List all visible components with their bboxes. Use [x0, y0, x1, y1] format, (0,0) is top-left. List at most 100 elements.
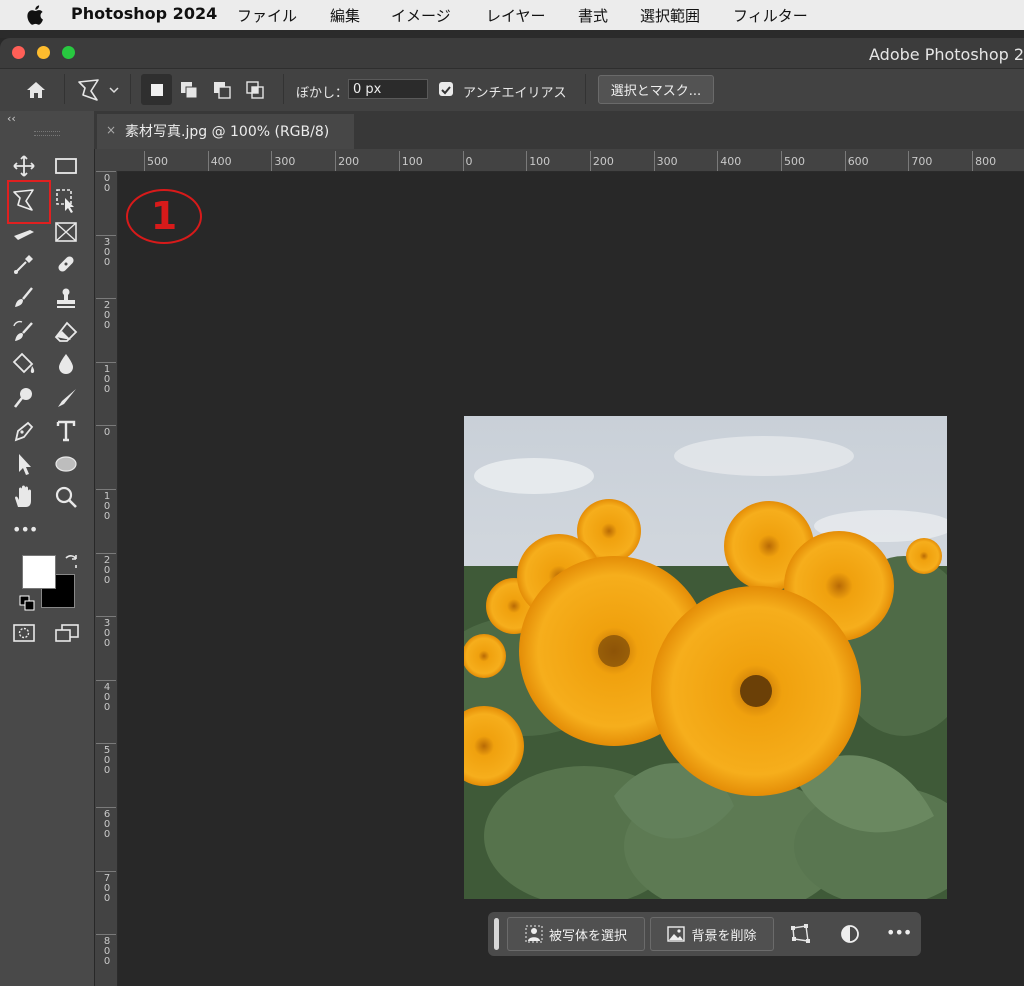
screen-mode-icon[interactable]	[54, 622, 80, 644]
feather-input[interactable]	[348, 79, 428, 99]
menubar-gap	[0, 30, 1024, 38]
ruler-tick	[96, 234, 116, 236]
rectangular-marquee-tool-icon[interactable]	[52, 152, 80, 180]
zoom-window-button[interactable]	[62, 46, 75, 59]
sunflower-photo[interactable]	[464, 416, 947, 899]
collapse-panel-icon[interactable]: ‹‹	[7, 112, 16, 125]
home-icon[interactable]	[24, 78, 48, 102]
ruler-label: 0	[103, 427, 111, 439]
horizontal-ruler[interactable]	[117, 149, 1024, 172]
ruler-tick	[335, 151, 337, 171]
ruler-tick	[96, 679, 116, 681]
transform-icon[interactable]	[788, 922, 812, 946]
menu-file[interactable]: ファイル	[237, 5, 297, 26]
ruler-label: 1 0 0	[103, 491, 111, 522]
pen-tool-icon[interactable]	[10, 417, 38, 445]
ruler-label: 6 0 0	[103, 809, 111, 840]
ruler-tick	[96, 616, 116, 618]
clone-stamp-tool-icon[interactable]	[52, 284, 80, 312]
ruler-tick	[972, 151, 974, 171]
minimize-window-button[interactable]	[37, 46, 50, 59]
blur-tool-icon[interactable]	[52, 350, 80, 378]
remove-background-button[interactable]: 背景を削除	[650, 917, 774, 951]
ruler-tick	[653, 151, 655, 171]
ruler-label: 500	[147, 155, 168, 168]
checkmark-icon	[441, 86, 451, 95]
ruler-label: 2 0 0	[103, 554, 111, 586]
select-subject-button[interactable]: 被写体を選択	[507, 917, 645, 951]
ruler-origin[interactable]	[95, 149, 117, 171]
ruler-label: 300	[656, 155, 678, 168]
path-selection-tool-icon[interactable]	[10, 450, 38, 478]
menu-filter[interactable]: フィルター	[733, 5, 808, 26]
close-window-button[interactable]	[12, 46, 25, 59]
chevron-down-icon[interactable]	[108, 84, 120, 96]
select-and-mask-button[interactable]: 選択とマスク...	[598, 75, 714, 104]
ruler-label: 7 0 0	[103, 872, 111, 904]
swap-colors-icon[interactable]	[63, 553, 79, 569]
dodge-tool-icon[interactable]	[10, 384, 38, 412]
crop-tool-icon[interactable]	[10, 218, 38, 246]
sunflower-image	[464, 416, 947, 899]
ruler-tick	[96, 425, 116, 427]
polygonal-lasso-preset-icon[interactable]	[74, 76, 104, 104]
menu-edit[interactable]: 編集	[330, 5, 360, 26]
move-tool-icon[interactable]	[10, 152, 38, 180]
more-options-icon[interactable]: •••	[886, 923, 912, 942]
ruler-label: 700	[911, 155, 933, 168]
object-selection-tool-icon[interactable]	[53, 186, 81, 214]
ruler-label: 100	[529, 155, 551, 168]
ruler-label: 4 0 0	[103, 681, 111, 713]
panel-grip[interactable]	[34, 131, 60, 136]
ruler-label: 200	[592, 155, 614, 168]
spot-healing-brush-tool-icon[interactable]	[52, 250, 80, 278]
select-subject-label: 被写体を選択	[548, 928, 627, 944]
apple-icon[interactable]	[24, 3, 48, 27]
quick-mask-icon[interactable]	[12, 622, 36, 644]
smudge-tool-icon[interactable]	[52, 384, 80, 412]
ruler-label: 200	[338, 155, 360, 168]
default-colors-icon[interactable]	[19, 595, 35, 611]
options-divider	[283, 74, 284, 104]
remove-background-label: 背景を削除	[691, 928, 757, 944]
ruler-tick	[144, 151, 145, 171]
frame-tool-icon[interactable]	[52, 218, 80, 246]
app-menu[interactable]: Photoshop 2024	[71, 4, 217, 23]
subtract-from-selection-icon[interactable]	[211, 79, 233, 101]
ruler-tick	[96, 361, 116, 363]
antialias-checkbox[interactable]	[439, 82, 453, 96]
add-to-selection-icon[interactable]	[178, 79, 200, 101]
menu-layer[interactable]: レイヤー	[486, 5, 546, 26]
eyedropper-tool-icon[interactable]	[10, 250, 38, 278]
antialias-label: アンチエイリアス	[463, 86, 567, 101]
ruler-tick	[207, 151, 209, 171]
options-divider	[130, 74, 131, 104]
ruler-tick	[96, 298, 116, 300]
ruler-label: 400	[210, 155, 232, 168]
menu-image[interactable]: イメージ	[391, 5, 451, 26]
close-tab-icon[interactable]: ×	[106, 123, 116, 137]
menu-select[interactable]: 選択範囲	[640, 5, 700, 26]
zoom-tool-icon[interactable]	[52, 483, 80, 511]
ruler-label: 3 0 0	[103, 618, 111, 650]
hand-tool-icon[interactable]	[10, 483, 38, 511]
brush-tool-icon[interactable]	[10, 284, 38, 312]
ellipse-tool-icon[interactable]	[52, 450, 80, 478]
foreground-color-swatch[interactable]	[22, 555, 56, 589]
intersect-selection-icon[interactable]	[244, 79, 266, 101]
new-selection-icon[interactable]	[146, 79, 168, 101]
history-brush-tool-icon[interactable]	[10, 318, 38, 346]
ruler-tick	[96, 552, 116, 554]
menu-type[interactable]: 書式	[578, 5, 608, 26]
more-tools-icon[interactable]: •••	[12, 520, 38, 539]
feather-label: ぼかし：	[296, 86, 349, 101]
ruler-tick	[589, 151, 591, 171]
type-tool-icon[interactable]	[52, 417, 80, 445]
paint-bucket-tool-icon[interactable]	[10, 350, 38, 378]
task-bar-grip[interactable]	[494, 918, 499, 950]
eraser-tool-icon[interactable]	[52, 318, 80, 346]
ruler-label: 1 0 0	[103, 363, 111, 395]
ruler-tick	[96, 743, 116, 745]
ruler-tick	[908, 151, 910, 171]
adjustment-icon[interactable]	[838, 922, 862, 946]
